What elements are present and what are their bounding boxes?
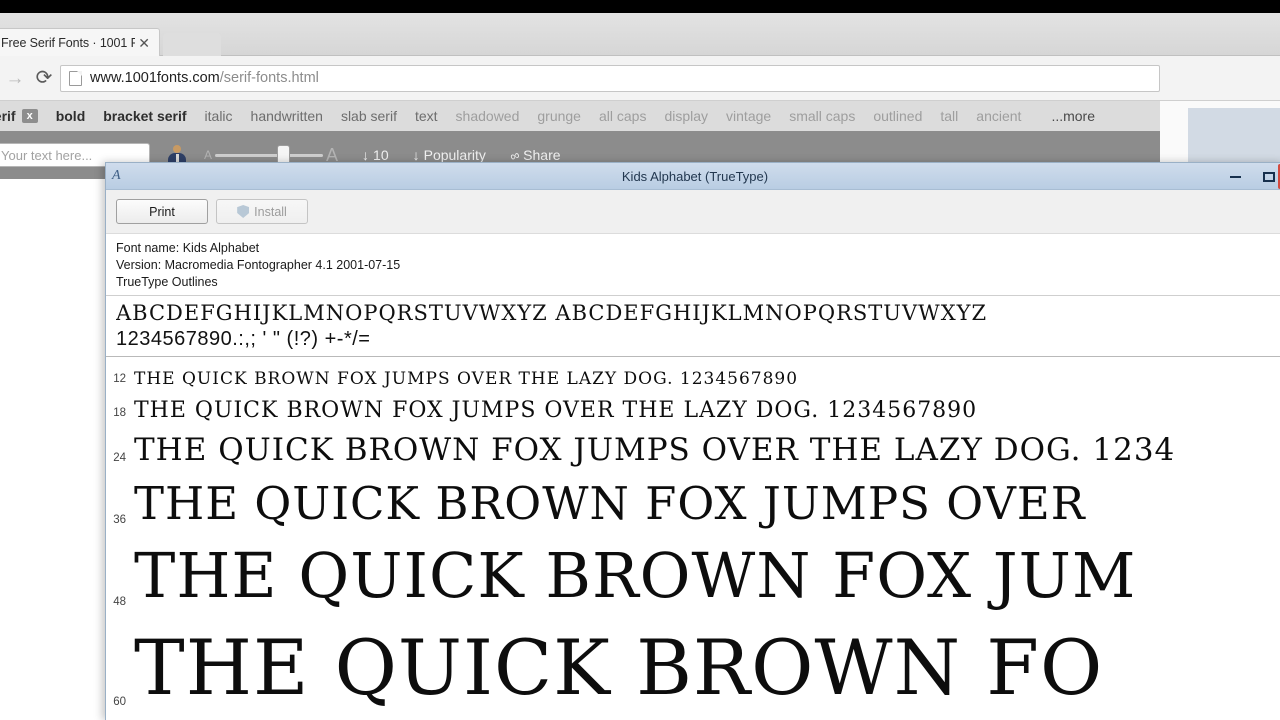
sample-size-label: 48: [113, 596, 126, 609]
tag-all-caps[interactable]: all caps: [599, 108, 646, 124]
shield-icon: [237, 205, 249, 218]
window-title-bar[interactable]: A Kids Alphabet (TrueType): [106, 163, 1280, 190]
sample-row-60: 60 THE QUICK BROWN FO: [106, 612, 1280, 712]
print-button[interactable]: Print: [116, 199, 208, 224]
url-path: /serif-fonts.html: [219, 70, 319, 86]
tag-slab-serif[interactable]: slab serif: [341, 108, 397, 124]
tag-bracket-serif[interactable]: bracket serif: [103, 108, 186, 124]
share-button[interactable]: ∞ Share: [508, 146, 561, 163]
sample-text: THE QUICK BROWN FOX JUMPS OVER THE LAZY …: [134, 398, 978, 424]
forward-icon[interactable]: →: [2, 69, 28, 88]
down-arrow-icon: ↓: [362, 147, 370, 163]
tab-strip: Free Serif Fonts · 1001 Fon ✕: [0, 13, 1280, 57]
sort-label: Popularity: [423, 147, 486, 163]
alphabet-numbers: 1234567890.:,; ' " (!?) +-*/=: [116, 328, 371, 351]
sample-size-label: 24: [113, 452, 126, 465]
sample-row-36: 36 THE QUICK BROWN FOX JUMPS OVER: [106, 468, 1280, 530]
sample-row-12: 12 THE QUICK BROWN FOX JUMPS OVER THE LA…: [106, 357, 1280, 389]
url-text: www.1001fonts.com/serif-fonts.html: [90, 70, 319, 86]
font-version-text: Version: Macromedia Fontographer 4.1 200…: [116, 258, 401, 272]
tag-text[interactable]: text: [415, 108, 438, 124]
tag-vintage[interactable]: vintage: [726, 108, 771, 124]
maximize-button[interactable]: [1258, 167, 1280, 187]
tag-italic[interactable]: italic: [205, 108, 233, 124]
dialog-toolbar: Print Install: [106, 190, 1280, 234]
sample-row-24: 24 THE QUICK BROWN FOX JUMPS OVER THE LA…: [106, 423, 1280, 468]
sample-row-48: 48 THE QUICK BROWN FOX JUM: [106, 530, 1280, 612]
sample-text: THE QUICK BROWN FOX JUMPS OVER THE LAZY …: [134, 432, 1176, 469]
down-arrow-icon: ↓: [412, 147, 420, 163]
tag-display[interactable]: display: [664, 108, 708, 124]
font-outlines-text: TrueType Outlines: [116, 275, 218, 289]
sample-text: THE QUICK BROWN FOX JUMPS OVER: [134, 477, 1086, 531]
sample-size-label: 60: [113, 696, 126, 709]
sample-size-label: 18: [113, 407, 126, 420]
font-name-text: Font name: Kids Alphabet: [116, 241, 260, 255]
letterbox-bar: [0, 0, 1280, 13]
more-tags-link[interactable]: ...more: [1051, 108, 1095, 124]
tag-handwritten[interactable]: handwritten: [251, 108, 323, 124]
tag-shadowed[interactable]: shadowed: [456, 108, 520, 124]
font-metadata: Font name: Kids Alphabet Version: Macrom…: [106, 234, 1280, 296]
alphabet-letters: ABCDEFGHIJKLMNOPQRSTUVWXYZ ABCDEFGHIJKLM…: [116, 301, 988, 325]
slider-track[interactable]: [215, 144, 324, 166]
sort-popularity-button[interactable]: ↓ Popularity: [413, 147, 486, 163]
remove-tag-icon[interactable]: x: [21, 109, 38, 123]
sample-size-label: 36: [113, 514, 126, 527]
address-bar[interactable]: www.1001fonts.com/serif-fonts.html: [60, 64, 1160, 92]
results-count-button[interactable]: ↓ 10: [362, 147, 389, 163]
results-count-label: 10: [373, 147, 389, 163]
active-tag-label: serif: [0, 108, 16, 124]
tag-tall[interactable]: tall: [940, 108, 958, 124]
screenshot-root: ao HAO RE veLetters LOVE Y TURTLE MY no …: [0, 0, 1280, 720]
navigation-bar: → ⟳ www.1001fonts.com/serif-fonts.html: [0, 56, 1280, 101]
sample-size-label: 12: [113, 373, 126, 386]
tab-title: Free Serif Fonts · 1001 Fon: [1, 36, 136, 50]
sample-text: THE QUICK BROWN FOX JUM: [134, 539, 1137, 613]
ad-placeholder: [1188, 108, 1280, 170]
sample-row-18: 18 THE QUICK BROWN FOX JUMPS OVER THE LA…: [106, 389, 1280, 423]
sample-text: THE QUICK BROWN FOX JUMPS OVER THE LAZY …: [134, 369, 799, 390]
browser-tab[interactable]: Free Serif Fonts · 1001 Fon ✕: [0, 28, 160, 57]
install-button: Install: [216, 199, 308, 224]
tag-filter-bar: serif x bold bracket serif italic handwr…: [0, 101, 1280, 131]
reload-icon[interactable]: ⟳: [28, 68, 60, 88]
small-a-label: A: [204, 148, 213, 162]
new-tab-button[interactable]: [163, 33, 221, 57]
tag-small-caps[interactable]: small caps: [789, 108, 855, 124]
active-tag-serif[interactable]: serif x: [0, 108, 38, 124]
url-domain: www.1001fonts.com: [90, 70, 220, 86]
font-preview-window: A Kids Alphabet (TrueType) Print Install…: [105, 162, 1280, 720]
sample-text: THE QUICK BROWN FO: [134, 623, 1104, 713]
share-label: Share: [523, 147, 561, 163]
tag-ancient[interactable]: ancient: [976, 108, 1021, 124]
page-document-icon: [69, 70, 82, 86]
alphabet-preview: ABCDEFGHIJKLMNOPQRSTUVWXYZ ABCDEFGHIJKLM…: [106, 296, 1280, 358]
window-title: Kids Alphabet (TrueType): [621, 168, 769, 184]
install-label: Install: [254, 204, 287, 219]
window-controls: [1224, 163, 1280, 190]
tag-outlined[interactable]: outlined: [873, 108, 922, 124]
close-icon[interactable]: ✕: [135, 36, 153, 50]
tag-bold[interactable]: bold: [56, 108, 86, 124]
size-samples-area: 12 THE QUICK BROWN FOX JUMPS OVER THE LA…: [106, 357, 1280, 720]
tag-grunge[interactable]: grunge: [537, 108, 581, 124]
minimize-button[interactable]: [1224, 167, 1246, 187]
